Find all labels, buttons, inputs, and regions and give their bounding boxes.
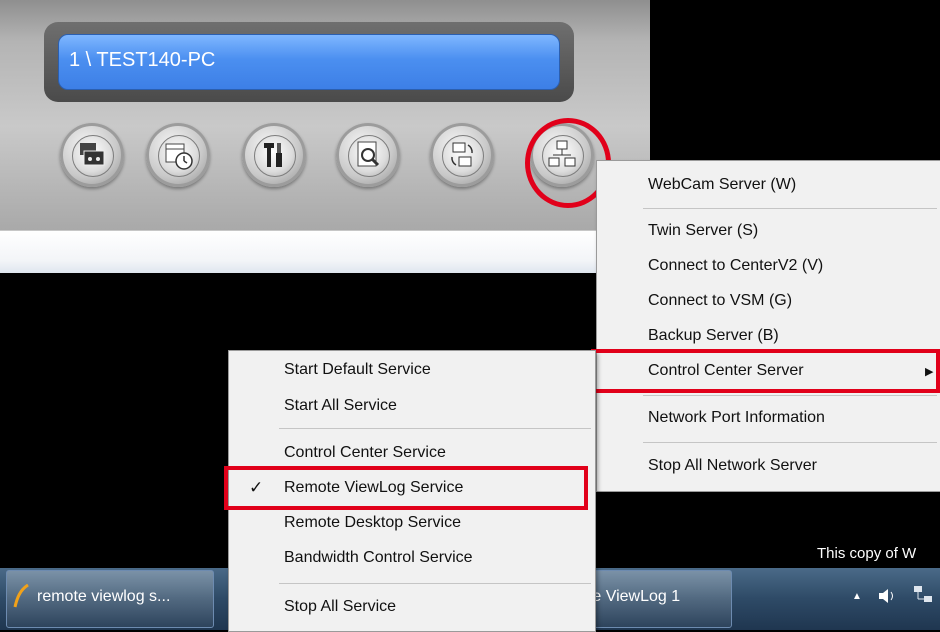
menu-item-connect-vsm[interactable]: Connect to VSM (G): [597, 284, 940, 318]
menu-item-bandwidth-control-service[interactable]: Bandwidth Control Service: [229, 541, 595, 575]
tray-expand-icon[interactable]: ▲: [852, 591, 862, 602]
menu-item-stop-all-service[interactable]: Stop All Service: [229, 590, 595, 624]
sync-button[interactable]: [430, 123, 494, 187]
log-search-button[interactable]: [336, 123, 400, 187]
sync-icon: [451, 142, 473, 167]
app-feather-icon: [12, 583, 32, 608]
activation-watermark: This copy of W: [817, 545, 917, 562]
schedule-clock-icon: [165, 143, 193, 170]
playback-button[interactable]: [60, 123, 124, 187]
schedule-button[interactable]: [146, 123, 210, 187]
menu-item-control-center-service[interactable]: Control Center Service: [229, 436, 595, 470]
volume-icon[interactable]: [876, 585, 898, 607]
menu-item-start-all-service[interactable]: Start All Service: [229, 389, 595, 423]
menu-item-webcam-server[interactable]: WebCam Server (W): [597, 168, 940, 202]
control-center-server-highlight: [591, 349, 940, 393]
remote-viewlog-highlight: [224, 466, 588, 510]
settings-button[interactable]: [242, 123, 306, 187]
network-server-menu: WebCam Server (W) Twin Server (S) Connec…: [596, 160, 940, 492]
menu-item-start-default-service[interactable]: Start Default Service: [229, 353, 595, 387]
log-search-icon: [357, 141, 380, 167]
menu-item-remote-desktop-service[interactable]: Remote Desktop Service: [229, 506, 595, 540]
tools-icon: [264, 143, 282, 167]
menu-item-backup-server[interactable]: Backup Server (B): [597, 319, 940, 353]
menu-item-connect-centerv2[interactable]: Connect to CenterV2 (V): [597, 249, 940, 283]
taskbar-button-remote-viewlog[interactable]: remote viewlog s...: [6, 570, 214, 628]
video-tape-icon: [80, 143, 105, 166]
status-strip: [0, 230, 650, 273]
device-display-text: 1 \ TEST140-PC: [58, 34, 560, 90]
menu-item-network-port-information[interactable]: Network Port Information: [597, 401, 940, 435]
menu-item-twin-server[interactable]: Twin Server (S): [597, 214, 940, 248]
device-display: 1 \ TEST140-PC: [44, 22, 574, 102]
network-tray-icon[interactable]: [912, 583, 936, 607]
menu-item-stop-all-network-server[interactable]: Stop All Network Server: [597, 449, 940, 483]
